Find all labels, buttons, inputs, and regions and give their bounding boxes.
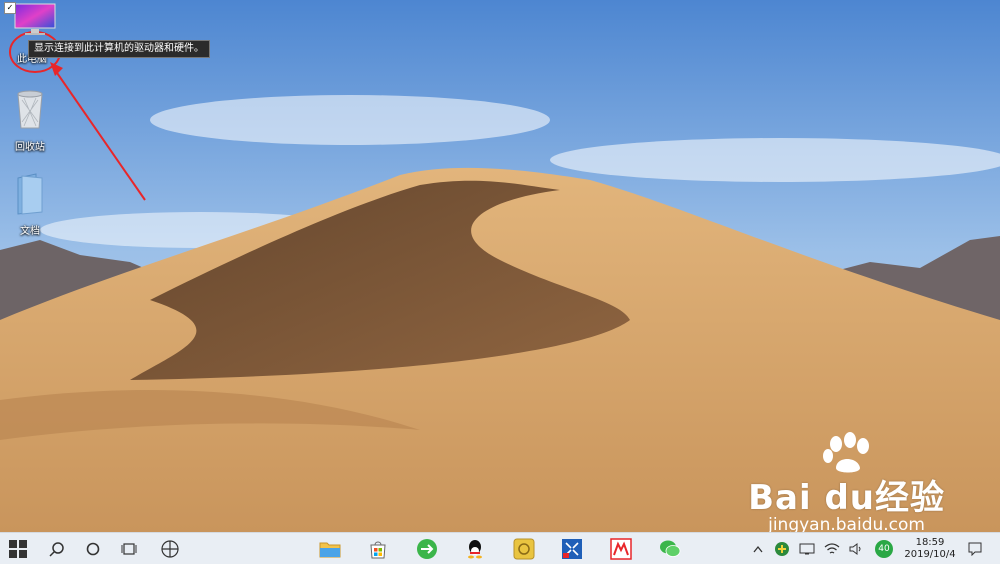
recycle-bin-icon — [17, 90, 43, 129]
tools-app-button[interactable] — [557, 533, 587, 564]
pinwheel-app-button[interactable] — [155, 533, 185, 564]
chevron-up-icon — [753, 545, 763, 552]
folder-icon — [17, 173, 43, 215]
desktop-icon-label: 文档 — [20, 226, 40, 237]
network-button[interactable] — [822, 533, 842, 564]
pinwheel-app-icon — [161, 539, 179, 558]
tray-app-button[interactable] — [772, 533, 792, 564]
start-button[interactable] — [0, 533, 36, 564]
tray-badge: 40 — [875, 539, 893, 558]
task-view-button[interactable] — [114, 533, 144, 564]
desktop-icon-label: 回收站 — [15, 142, 45, 153]
tray-app-icon — [775, 541, 789, 556]
search-button[interactable] — [42, 533, 72, 564]
yellow-app-button[interactable] — [509, 533, 539, 564]
display-icon — [799, 543, 815, 554]
baidu-jingyan-watermark: Bai du经验 jingyan.baidu.com — [748, 432, 945, 535]
tray-badge-button[interactable]: 40 — [873, 533, 895, 564]
store-icon — [370, 541, 386, 558]
speaker-icon — [849, 542, 861, 555]
wifi-icon — [824, 542, 840, 553]
red-app-button[interactable] — [606, 533, 636, 564]
qq-penguin-icon — [468, 539, 482, 558]
tray-monitor-button[interactable] — [797, 533, 817, 564]
yellow-app-icon — [513, 538, 535, 559]
cortana-button[interactable] — [78, 533, 108, 564]
file-explorer-icon — [319, 542, 341, 557]
red-app-icon — [610, 537, 632, 560]
clock-date: 2019/10/4 — [904, 548, 956, 560]
browser-icon — [417, 538, 437, 559]
desktop-icon-recycle-bin[interactable]: 回收站 — [2, 88, 58, 153]
tooltip: 显示连接到此计算机的驱动器和硬件。 — [28, 40, 210, 58]
watermark-brand: Bai du经验 — [748, 478, 945, 518]
browser-button[interactable] — [412, 533, 442, 564]
clock-button[interactable]: 18:59 2019/10/4 — [900, 533, 960, 564]
store-button[interactable] — [363, 533, 393, 564]
desktop-icon-documents[interactable]: 文档 — [2, 172, 58, 237]
notification-icon — [968, 542, 982, 556]
qq-button[interactable] — [460, 533, 490, 564]
clock-time: 18:59 — [915, 536, 945, 548]
search-icon — [49, 541, 64, 557]
windows-logo-icon — [9, 539, 27, 558]
cortana-icon — [86, 542, 100, 555]
file-explorer-button[interactable] — [315, 533, 345, 564]
paw-logo-icon — [823, 432, 870, 473]
task-view-icon — [121, 542, 137, 555]
wechat-icon — [660, 540, 681, 557]
volume-button[interactable] — [846, 533, 866, 564]
tools-app-icon — [562, 538, 582, 559]
taskbar: 40 18:59 2019/10/4 — [0, 532, 1000, 564]
wechat-button[interactable] — [655, 533, 685, 564]
show-hidden-icons-button[interactable] — [750, 533, 766, 564]
action-center-button[interactable] — [964, 533, 986, 564]
selection-checkbox[interactable]: ✓ — [4, 2, 16, 14]
monitor-icon — [14, 3, 56, 35]
